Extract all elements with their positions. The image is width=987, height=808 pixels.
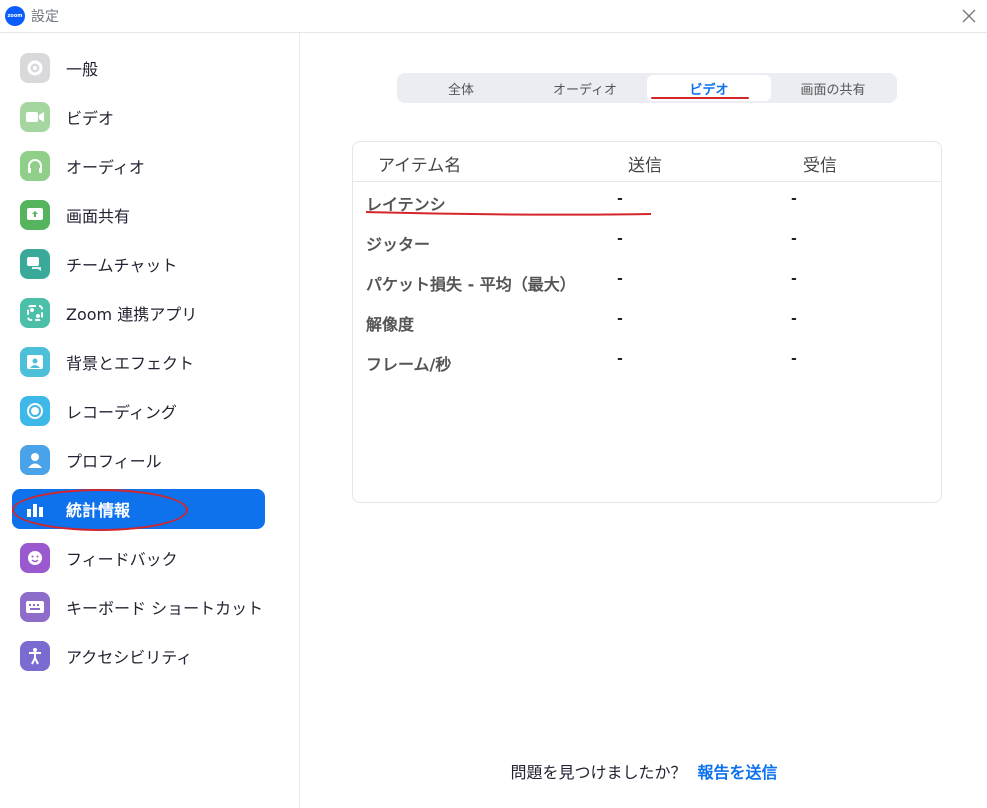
sidebar-item-keyboard-shortcuts[interactable]: キーボード ショートカット <box>12 587 265 627</box>
keyboard-icon <box>20 592 50 622</box>
sidebar-item-label: オーディオ <box>66 158 145 177</box>
stats-table: アイテム名 送信 受信 レイテンシ - - ジッター - - パケット損失 - … <box>352 141 942 503</box>
sidebar-item-statistics[interactable]: 統計情報 <box>12 489 265 529</box>
row-label: ジッター <box>366 235 431 254</box>
sidebar-item-video[interactable]: ビデオ <box>12 97 265 137</box>
sidebar-item-feedback[interactable]: フィードバック <box>12 538 265 578</box>
gear-icon <box>20 53 50 83</box>
settings-window: zoom 設定 一般 ビデオ オーディオ 画面共有 チームチャット Zoom 連… <box>0 0 987 808</box>
close-icon <box>962 9 976 23</box>
column-header-receive: 受信 <box>803 156 837 176</box>
video-icon <box>20 102 50 132</box>
footer-question: 問題を見つけましたか？ <box>510 763 687 782</box>
sidebar-item-zoom-apps[interactable]: Zoom 連携アプリ <box>12 293 265 333</box>
row-send-value: - <box>617 231 623 247</box>
sidebar-item-accessibility[interactable]: アクセシビリティ <box>12 636 265 676</box>
background-icon <box>20 347 50 377</box>
row-send-value: - <box>617 311 623 327</box>
row-receive-value: - <box>791 351 797 367</box>
row-label: 解像度 <box>366 315 415 334</box>
sidebar-item-label: アクセシビリティ <box>66 648 193 667</box>
share-screen-icon <box>20 200 50 230</box>
sidebar-item-label: Zoom 連携アプリ <box>66 305 198 324</box>
apps-icon <box>20 298 50 328</box>
table-row: パケット損失 - 平均（最大） - - <box>353 271 941 294</box>
row-receive-value: - <box>791 231 797 247</box>
close-button[interactable] <box>959 6 979 26</box>
window-title: 設定 <box>31 9 59 25</box>
headphones-icon <box>20 151 50 181</box>
sidebar-item-label: 画面共有 <box>66 207 131 226</box>
tab-overall[interactable]: 全体 <box>399 75 523 101</box>
sidebar-item-general[interactable]: 一般 <box>12 48 265 88</box>
sidebar-item-share-screen[interactable]: 画面共有 <box>12 195 265 235</box>
sidebar-item-background-effects[interactable]: 背景とエフェクト <box>12 342 265 382</box>
row-receive-value: - <box>791 311 797 327</box>
row-send-value: - <box>617 191 623 207</box>
row-label: フレーム/秒 <box>366 355 452 374</box>
feedback-icon <box>20 543 50 573</box>
tab-screen-share[interactable]: 画面の共有 <box>771 75 895 101</box>
sidebar-item-label: プロフィール <box>66 452 162 471</box>
sidebar-item-label: キーボード ショートカット <box>66 599 264 618</box>
row-receive-value: - <box>791 271 797 287</box>
row-send-value: - <box>617 351 623 367</box>
title-bar: zoom 設定 <box>0 0 987 33</box>
record-icon <box>20 396 50 426</box>
tab-audio[interactable]: オーディオ <box>523 75 647 101</box>
annotation-underline <box>651 97 749 99</box>
accessibility-icon <box>20 641 50 671</box>
table-row: レイテンシ - - <box>353 191 941 214</box>
table-header: アイテム名 送信 受信 <box>353 142 941 182</box>
footer: 問題を見つけましたか？ 報告を送信 <box>301 759 987 783</box>
send-report-link[interactable]: 報告を送信 <box>698 763 778 782</box>
zoom-logo-icon: zoom <box>5 6 25 26</box>
table-row: 解像度 - - <box>353 311 941 334</box>
row-label: レイテンシ <box>366 195 446 214</box>
table-row: ジッター - - <box>353 231 941 254</box>
profile-icon <box>20 445 50 475</box>
main-panel: 全体 オーディオ ビデオ 画面の共有 アイテム名 送信 受信 レイテンシ - -… <box>301 33 987 808</box>
column-header-item: アイテム名 <box>378 156 462 176</box>
chat-icon <box>20 249 50 279</box>
sidebar-item-label: フィードバック <box>66 550 178 569</box>
sidebar-item-label: チームチャット <box>66 256 178 275</box>
sidebar-item-label: 一般 <box>66 60 99 79</box>
row-label: パケット損失 - 平均（最大） <box>366 275 576 294</box>
sidebar-item-label: 統計情報 <box>66 501 131 520</box>
row-send-value: - <box>617 271 623 287</box>
sidebar-item-audio[interactable]: オーディオ <box>12 146 265 186</box>
row-receive-value: - <box>791 191 797 207</box>
tab-bar: 全体 オーディオ ビデオ 画面の共有 <box>397 73 897 103</box>
table-row: フレーム/秒 - - <box>353 351 941 374</box>
stats-icon <box>20 494 50 524</box>
sidebar-item-label: レコーディング <box>66 403 177 422</box>
sidebar: 一般 ビデオ オーディオ 画面共有 チームチャット Zoom 連携アプリ 背景と… <box>0 33 300 808</box>
sidebar-item-label: ビデオ <box>66 109 115 128</box>
sidebar-item-profile[interactable]: プロフィール <box>12 440 265 480</box>
sidebar-item-label: 背景とエフェクト <box>66 354 195 373</box>
column-header-send: 送信 <box>628 156 662 176</box>
sidebar-item-team-chat[interactable]: チームチャット <box>12 244 265 284</box>
sidebar-item-recording[interactable]: レコーディング <box>12 391 265 431</box>
